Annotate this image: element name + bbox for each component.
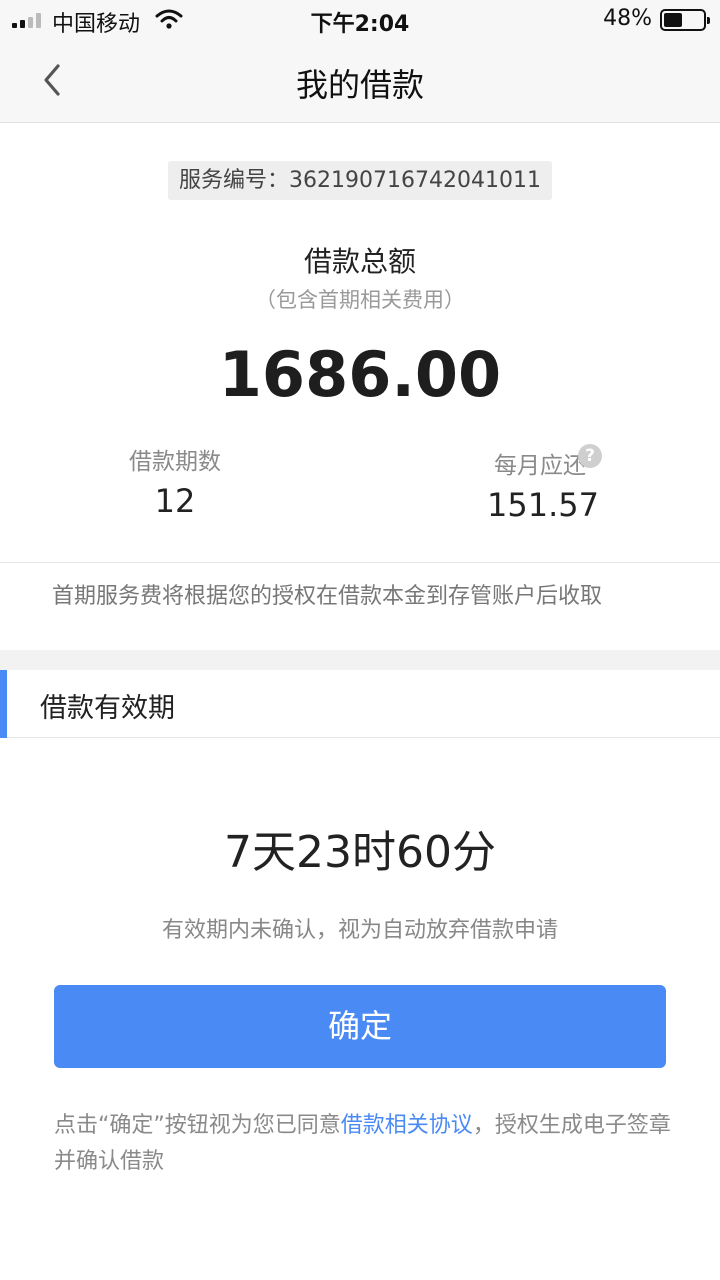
service-number-badge: 服务编号：362190716742041011 bbox=[168, 161, 552, 200]
validity-title: 借款有效期 bbox=[40, 693, 175, 724]
section-accent-bar bbox=[0, 670, 7, 738]
confirm-button[interactable]: 确定 bbox=[54, 985, 666, 1068]
monthly-payment-value: 151.57 bbox=[487, 486, 599, 524]
total-amount-note: （包含首期相关费用） bbox=[255, 288, 465, 312]
service-number-label: 服务编号： bbox=[179, 168, 290, 193]
divider bbox=[0, 562, 720, 563]
loan-term-label: 借款期数 bbox=[129, 449, 221, 475]
validity-section-header: 借款有效期 bbox=[0, 670, 720, 738]
nav-bar: 我的借款 bbox=[0, 40, 720, 123]
service-fee-note: 首期服务费将根据您的授权在借款本金到存管账户后收取 bbox=[52, 584, 603, 609]
service-number-value: 362190716742041011 bbox=[289, 168, 541, 193]
total-amount-value: 1686.00 bbox=[218, 338, 502, 411]
section-separator bbox=[0, 650, 720, 670]
status-bar: 中国移动 下午2:04 48% bbox=[0, 0, 720, 40]
page-title: 我的借款 bbox=[295, 66, 424, 104]
agreement-text: 点击“确定”按钮视为您已同意借款相关协议，授权生成电子签章并确认借款 bbox=[54, 1108, 674, 1180]
question-circle-icon[interactable]: ? bbox=[578, 444, 602, 468]
loan-agreement-link[interactable]: 借款相关协议 bbox=[341, 1113, 473, 1138]
validity-note: 有效期内未确认，视为自动放弃借款申请 bbox=[161, 918, 558, 943]
battery-level-fill bbox=[664, 13, 682, 27]
loan-term-value: 12 bbox=[154, 482, 196, 520]
battery-icon bbox=[660, 9, 710, 31]
battery-percent: 48% bbox=[603, 6, 652, 31]
total-amount-label: 借款总额 bbox=[303, 245, 416, 278]
validity-countdown: 7天23时60分 bbox=[224, 827, 496, 878]
agreement-prefix: 点击“确定”按钮视为您已同意 bbox=[54, 1113, 341, 1138]
